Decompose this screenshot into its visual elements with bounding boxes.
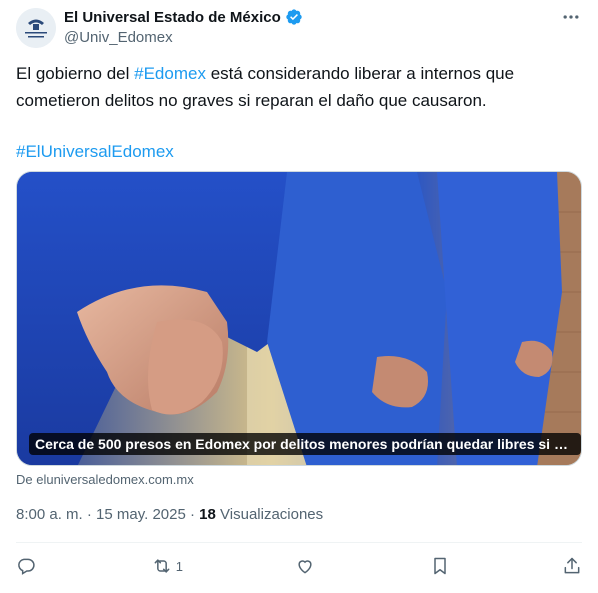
- tweet-meta: 8:00 a. m. · 15 may. 2025 · 18 Visualiza…: [16, 506, 323, 523]
- newspaper-logo-icon: [16, 8, 56, 48]
- hashtag-link-edomex[interactable]: #Edomex: [134, 64, 206, 83]
- share-icon: [564, 557, 580, 574]
- meta-separator: ·: [82, 506, 97, 523]
- views-label: Visualizaciones: [220, 506, 324, 523]
- bookmark-icon: [434, 557, 447, 575]
- link-card-caption[interactable]: Cerca de 500 presos en Edomex por delito…: [29, 433, 581, 455]
- meta-separator: ·: [185, 506, 200, 523]
- account-name-row[interactable]: El Universal Estado de México: [64, 8, 303, 26]
- verified-badge-icon: [286, 9, 302, 25]
- bookmark-button[interactable]: [430, 556, 450, 576]
- retweet-icon: [154, 559, 170, 573]
- account-handle[interactable]: @Univ_Edomex: [64, 29, 173, 46]
- retweet-count: 1: [175, 558, 183, 574]
- account-name[interactable]: El Universal Estado de México: [64, 9, 281, 26]
- action-bar: 1: [16, 553, 582, 579]
- hashtag-link-eluniversaledomex[interactable]: #ElUniversalEdomex: [16, 138, 582, 165]
- reply-icon: [18, 558, 35, 575]
- retweet-button[interactable]: 1: [152, 556, 183, 576]
- heart-icon: [298, 560, 312, 574]
- share-button[interactable]: [562, 556, 582, 576]
- reply-button[interactable]: [16, 556, 40, 576]
- avatar[interactable]: [16, 8, 56, 48]
- tweet-time[interactable]: 8:00 a. m.: [16, 506, 83, 523]
- divider: [16, 542, 582, 543]
- more-options-button[interactable]: [560, 6, 582, 28]
- views-count: 18: [199, 506, 216, 523]
- news-photo: [17, 172, 581, 465]
- tweet-date[interactable]: 15 may. 2025: [96, 506, 186, 523]
- tweet-text-before: El gobierno del: [16, 64, 135, 83]
- link-card-image[interactable]: Cerca de 500 presos en Edomex por delito…: [16, 171, 582, 466]
- more-horizontal-icon: [563, 15, 579, 19]
- tweet-body: El gobierno del #Edomex está considerand…: [16, 60, 582, 114]
- link-source[interactable]: De eluniversaledomex.com.mx: [16, 472, 194, 487]
- tweet-text: El gobierno del #Edomex está considerand…: [16, 60, 582, 165]
- like-button[interactable]: [295, 556, 319, 576]
